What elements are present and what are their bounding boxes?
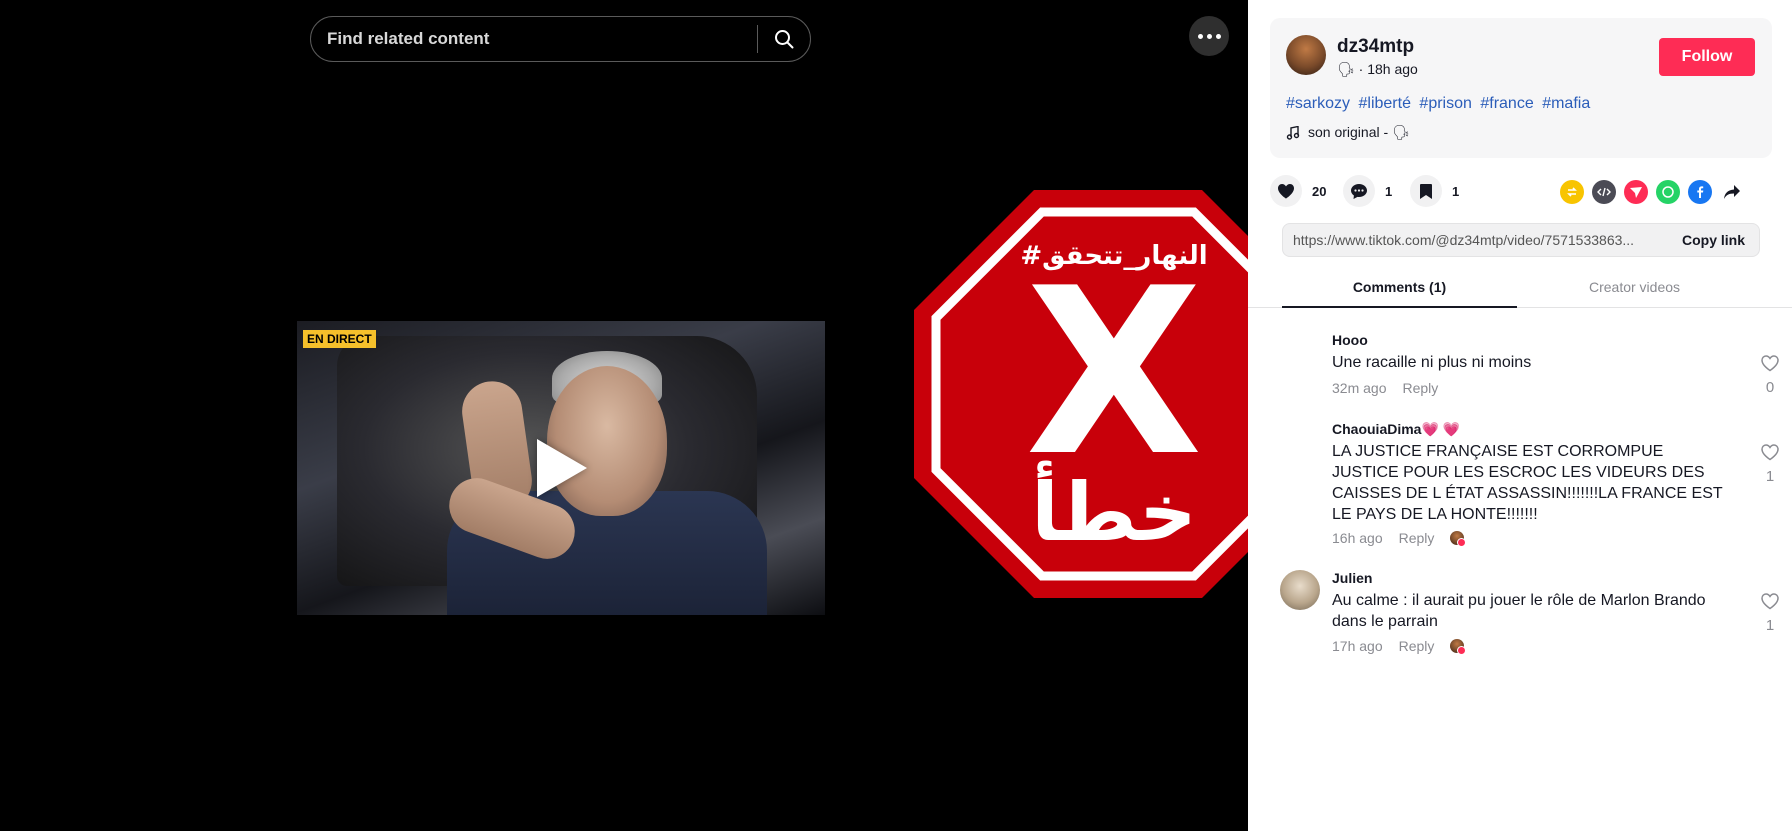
music-label: son original - 🗣 (1308, 124, 1410, 140)
comment-author[interactable]: Julien (1332, 570, 1372, 586)
dot-icon (1197, 33, 1203, 39)
comment-author[interactable]: ChaouiaDima💗 💗 (1332, 421, 1460, 438)
save-action[interactable]: 1 (1410, 175, 1459, 207)
reply-button[interactable]: Reply (1399, 530, 1435, 546)
music-info[interactable]: son original - 🗣 (1286, 124, 1410, 141)
repost-glyph-icon (1567, 187, 1577, 197)
search-icon (775, 30, 794, 49)
hashtag-link[interactable]: #france (1480, 95, 1533, 112)
tab-comments[interactable]: Comments (1) (1282, 272, 1517, 308)
comment-like-count: 1 (1765, 468, 1775, 485)
search-input[interactable] (311, 17, 757, 61)
comment-item: Hooo Une racaille ni plus ni moins 32m a… (1280, 332, 1779, 402)
play-icon[interactable] (537, 439, 587, 497)
dot-icon (1215, 33, 1221, 39)
panel-tabs: Comments (1) Creator videos (1248, 272, 1792, 308)
heart-outline-icon (1761, 593, 1779, 610)
comment-action[interactable]: 1 (1343, 175, 1392, 207)
stamp-verdict: خطأ (1031, 461, 1197, 559)
search-bar (310, 16, 811, 62)
repost-icon[interactable] (1560, 180, 1584, 204)
like-button[interactable] (1270, 175, 1302, 207)
comment-like-count: 1 (1765, 617, 1775, 634)
comment-author[interactable]: Hooo (1332, 332, 1368, 348)
comment-item: ChaouiaDima💗 💗 LA JUSTICE FRANÇAISE EST … (1280, 421, 1779, 551)
comment-time: 32m ago (1332, 380, 1387, 396)
hashtag-link[interactable]: #mafia (1542, 95, 1590, 112)
like-count: 20 (1312, 183, 1327, 199)
share-link-url[interactable]: https://www.tiktok.com/@dz34mtp/video/75… (1283, 232, 1668, 248)
phone-icon (1662, 186, 1674, 198)
details-panel: dz34mtp 🗣 · 18h ago Follow #sarkozy #lib… (1248, 0, 1792, 831)
heart-outline-icon (1761, 355, 1779, 372)
comment-meta: 17h ago Reply (1332, 638, 1467, 655)
comment-meta: 32m ago Reply (1332, 380, 1438, 396)
dot-icon (1206, 33, 1212, 39)
comment-icon (1351, 183, 1367, 199)
comment-text: Une racaille ni plus ni moins (1332, 354, 1532, 371)
like-action[interactable]: 20 (1270, 175, 1326, 207)
comment-meta: 16h ago Reply (1332, 530, 1467, 547)
more-options-button[interactable] (1189, 16, 1229, 56)
reply-button[interactable]: Reply (1399, 638, 1435, 654)
hashtag-list: #sarkozy #liberté #prison #france #mafia (1286, 95, 1594, 113)
heart-outline-icon (1761, 444, 1779, 461)
comment-text: Au calme : il aurait pu jouer le rôle de… (1332, 592, 1706, 630)
hashtag-link[interactable]: #liberté (1358, 95, 1410, 112)
comment-like[interactable]: 0 (1758, 354, 1782, 396)
whatsapp-icon[interactable] (1656, 180, 1680, 204)
avatar[interactable] (1280, 570, 1320, 610)
hashtag-link[interactable]: #prison (1419, 95, 1471, 112)
comment-item: Julien Au calme : il aurait pu jouer le … (1280, 570, 1779, 660)
comment-like-count: 0 (1765, 379, 1775, 396)
author-username[interactable]: dz34mtp (1337, 36, 1414, 58)
comment-time: 17h ago (1332, 638, 1383, 654)
creator-liked-avatar (1450, 531, 1467, 547)
f-letter-icon (1697, 186, 1704, 198)
paper-plane-icon (1630, 187, 1642, 198)
heart-icon (1278, 184, 1294, 199)
embed-icon[interactable] (1592, 180, 1616, 204)
post-meta: 🗣 · 18h ago (1337, 61, 1418, 77)
hashtag-link[interactable]: #sarkozy (1286, 95, 1350, 112)
comment-like[interactable]: 1 (1758, 443, 1782, 485)
save-button[interactable] (1410, 175, 1442, 207)
comment-like[interactable]: 1 (1758, 592, 1782, 634)
creator-liked-avatar (1450, 639, 1467, 655)
copy-link-button[interactable]: Copy link (1668, 232, 1759, 248)
author-card: dz34mtp 🗣 · 18h ago Follow #sarkozy #lib… (1270, 18, 1772, 158)
comment-time: 16h ago (1332, 530, 1383, 546)
comment-text: LA JUSTICE FRANÇAISE EST CORROMPUE JUSTI… (1332, 443, 1723, 523)
share-arrow-icon[interactable] (1720, 180, 1744, 204)
tab-creator-videos[interactable]: Creator videos (1517, 272, 1752, 308)
bookmark-icon (1420, 183, 1432, 199)
follow-button[interactable]: Follow (1659, 38, 1755, 76)
comment-button[interactable] (1343, 175, 1375, 207)
reply-button[interactable]: Reply (1402, 380, 1438, 396)
music-note-icon (1286, 125, 1300, 140)
comment-count: 1 (1385, 183, 1393, 199)
live-badge: EN DIRECT (303, 330, 376, 348)
forward-icon (1724, 185, 1740, 199)
avatar[interactable] (1286, 35, 1326, 75)
video-player[interactable]: EN DIRECT (297, 321, 825, 615)
code-icon (1597, 187, 1611, 197)
share-link-box: https://www.tiktok.com/@dz34mtp/video/75… (1282, 223, 1760, 257)
save-count: 1 (1452, 183, 1460, 199)
facebook-icon[interactable] (1688, 180, 1712, 204)
send-icon[interactable] (1624, 180, 1648, 204)
action-bar: 20 1 1 (1270, 175, 1772, 207)
search-button[interactable] (758, 17, 810, 61)
